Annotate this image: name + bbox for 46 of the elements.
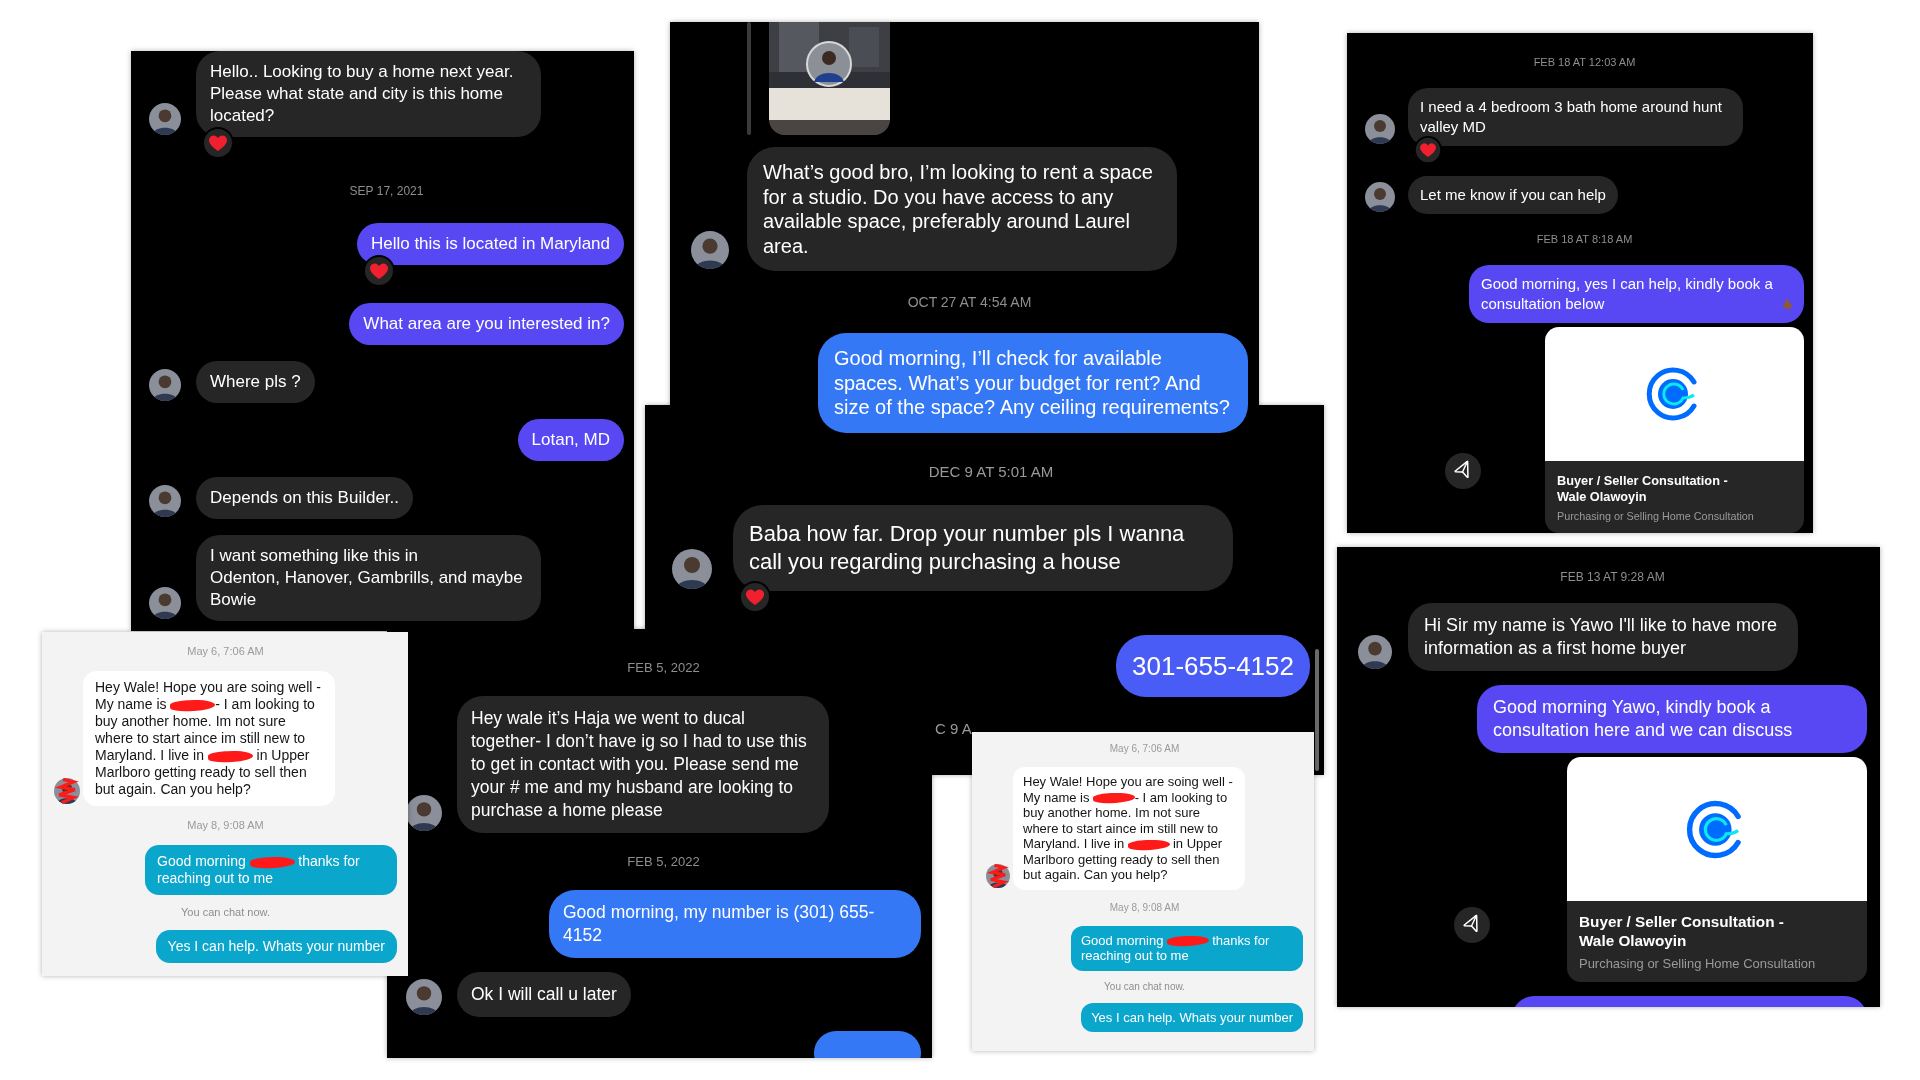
message-bubble: Where pls ? [196, 361, 315, 403]
timestamp: FEB 5, 2022 [627, 659, 700, 676]
timestamp: May 6, 7:06 AM [1109, 742, 1180, 756]
timestamp: OCT 27 AT 4:54 AM [907, 293, 1032, 311]
timestamp: May 8, 9:08 AM [1109, 900, 1180, 915]
message-bubble: What’s good bro, I’m looking to rent a space for a studio. Do you have access to any available space, preferably around Laurel area. [747, 147, 1177, 271]
message-bubble: Good morning thanks for reaching out to me [1071, 925, 1303, 971]
message-bubble: Depends on this Builder.. [196, 477, 413, 519]
timestamp: FEB 5, 2022 [627, 853, 700, 870]
message-text: Good morning, yes I can help, kindly book a consultation below [1481, 274, 1774, 314]
link-card[interactable]: Buyer / Seller Consultation - Wale Olawoyin Purchasing or Selling Home Consultation [1567, 757, 1867, 982]
timestamp: DEC 9 AT 5:01 AM [928, 462, 1054, 481]
timestamp: May 8, 9:08 AM [187, 818, 264, 833]
message-bubble: Hey Wale! Hope you are soing well - My name is - I am looking to buy another home. Im not sure where to start aince im still new to Maryland. I live in in Upper Marlboro getting ready to sell then but again. Can you help? [83, 671, 335, 806]
message-bubble: Good morning thanks for reaching out to me [145, 845, 397, 895]
message-bubble: Good morning, I’ll check for available spaces. What’s your budget for rent? And size of the space? Any ceiling requirements? [818, 333, 1248, 433]
message-bubble: Let me know if you can help [1408, 176, 1618, 214]
status-note: You can chat now. [181, 905, 270, 920]
message-bubble: Hey wale it’s Haja we went to ducal together- I don’t have ig so I had to use this to get in contact with you. Please send me your # me and my husband are looking to purchase a home please [457, 696, 829, 833]
message-bubble: Hey Wale! Hope you are soing well - My name is - I am looking to buy another home. Im not sure where to start aince im still new to Maryland. I live in in Upper Marlboro getting ready to sell then but again. Can you help? [1013, 767, 1245, 890]
message-bubble: I want something like this in Odenton, Hanover, Gambrills, and maybe Bowie [196, 535, 541, 621]
card-title: Buyer / Seller Consultation - Wale Olawoyin [1557, 473, 1729, 505]
card-subtitle: Purchasing or Selling Home Consultation [1579, 954, 1817, 972]
timestamp: FEB 18 AT 8:18 AM [1536, 232, 1633, 247]
message-bubble: Lotan, MD [517, 419, 624, 461]
message-bubble: I need a 4 bedroom 3 bath home around hunt valley MD [1408, 88, 1743, 146]
message-bubble: Yes I can help. Whats your number [1081, 1002, 1303, 1032]
message-bubble: Yes I can help. Whats your number [155, 930, 397, 963]
message-bubble: Hello.. Looking to buy a home next year. Please what state and city is this home located? [196, 51, 541, 137]
message-bubble: Ok I will call u later [457, 972, 631, 1017]
message-bubble: Good morning Yawo, kindly book a consultation here and we can discuss [1477, 685, 1867, 753]
status-note: You can chat now. [1104, 979, 1185, 994]
message-bubble: Hi Sir my name is Yawo I'll like to have more information as a first home buyer [1408, 603, 1798, 671]
card-subtitle: Purchasing or Selling Home Consultation [1557, 508, 1755, 523]
message-bubble: 301-655-4152 [1116, 635, 1310, 697]
timestamp: FEB 18 AT 12:03 AM [1533, 55, 1636, 70]
message-bubble: Good morning, my number is (301) 655-4152 [549, 890, 921, 958]
timestamp: May 6, 7:06 AM [187, 644, 264, 659]
message-bubble: Hello this is located in Maryland [356, 223, 624, 265]
link-card[interactable]: Buyer / Seller Consultation - Wale Olawoyin Purchasing or Selling Home Consultation [1545, 327, 1804, 533]
timestamp: FEB 13 AT 9:28 AM [1560, 569, 1665, 585]
message-bubble: Baba how far. Drop your number pls I wanna call you regarding purchasing a house [733, 505, 1233, 591]
timestamp: SEP 17, 2021 [349, 183, 424, 199]
message-bubble: What area are you interested in? [349, 303, 624, 345]
timestamp: C 9 A [935, 719, 972, 739]
card-title: Buyer / Seller Consultation - Wale Olawoyin [1579, 913, 1785, 951]
